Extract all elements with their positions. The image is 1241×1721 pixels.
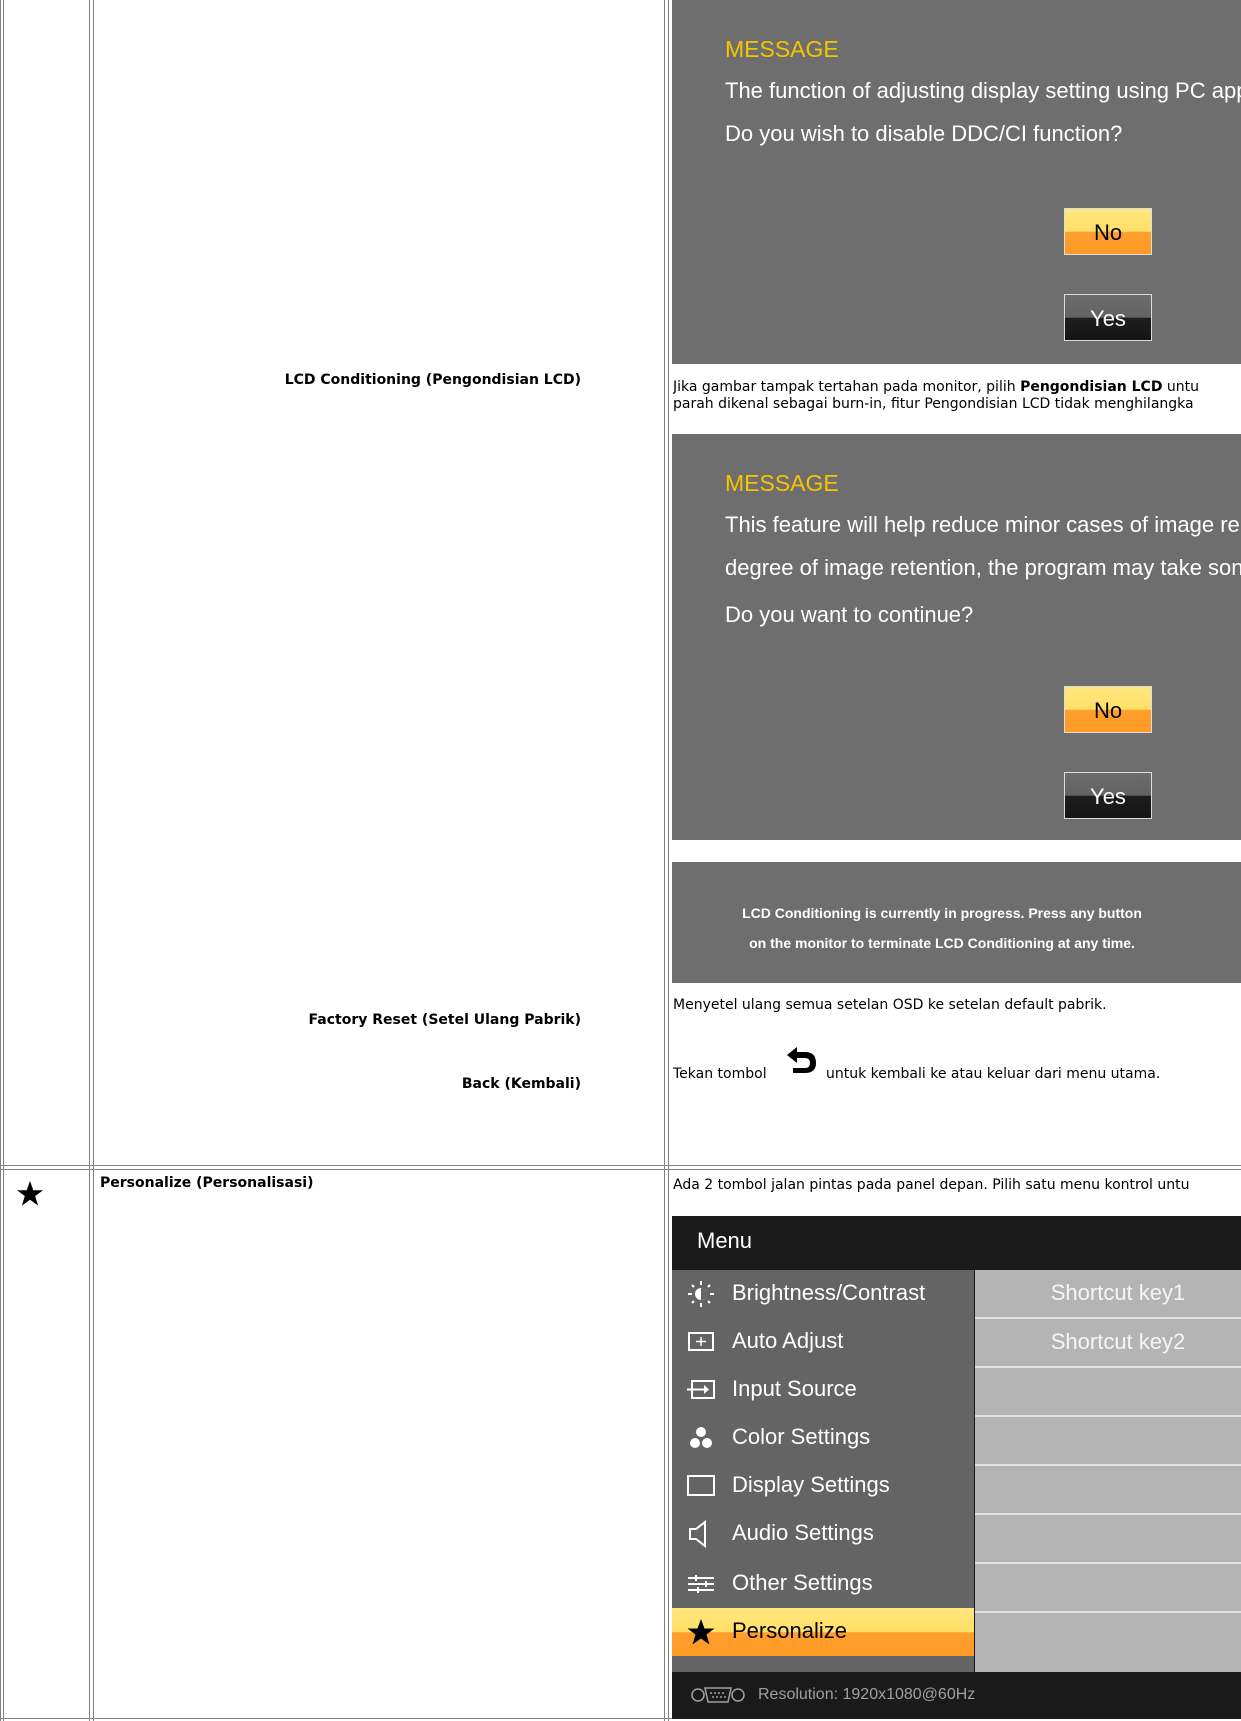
col1-border-a bbox=[89, 0, 90, 1721]
osd-menu-title: Menu bbox=[697, 1228, 753, 1253]
menu-item-label: Personalize bbox=[732, 1618, 847, 1643]
dialog-question: Do you want to continue? bbox=[725, 602, 974, 627]
progress-text-line2: on the monitor to terminate LCD Conditio… bbox=[749, 935, 1135, 951]
desc-bold: Pengondisian LCD bbox=[1020, 379, 1163, 395]
menu-item-label: Display Settings bbox=[732, 1472, 890, 1497]
brightness-icon bbox=[688, 1281, 714, 1307]
menu-item-input-source[interactable]: Input Source bbox=[672, 1366, 974, 1414]
no-button[interactable]: No bbox=[1064, 208, 1152, 255]
menu-item-display-settings[interactable]: Display Settings bbox=[672, 1462, 974, 1510]
menu-item-color-settings[interactable]: Color Settings bbox=[672, 1414, 974, 1462]
lcd-conditioning-description-line2: parah dikenal sebagai burn-in, fitur Pen… bbox=[673, 396, 1194, 412]
menu-item-other-settings[interactable]: Other Settings bbox=[672, 1560, 974, 1608]
col2-border-a bbox=[664, 0, 665, 1721]
table-border-left bbox=[0, 0, 1, 1721]
color-settings-icon bbox=[690, 1427, 712, 1448]
shortcut-label: Shortcut key1 bbox=[1050, 1280, 1186, 1305]
auto-adjust-icon bbox=[688, 1332, 714, 1351]
shortcut-key1-option[interactable]: Shortcut key1 bbox=[975, 1270, 1241, 1319]
menu-item-personalize[interactable]: Personalize bbox=[672, 1608, 974, 1656]
yes-button[interactable]: Yes bbox=[1064, 294, 1152, 341]
input-source-icon bbox=[687, 1380, 715, 1399]
menu-item-audio-settings[interactable]: Audio Settings bbox=[672, 1510, 974, 1558]
lcd-conditioning-progress-message: LCD Conditioning is currently in progres… bbox=[672, 862, 1241, 983]
resolution-text: Resolution: 1920x1080@60Hz bbox=[758, 1686, 976, 1703]
back-description: Tekan tombol untuk kembali ke atau kelua… bbox=[673, 1044, 1239, 1084]
display-settings-icon bbox=[687, 1475, 715, 1496]
osd-footer: Resolution: 1920x1080@60Hz bbox=[672, 1672, 1241, 1719]
personalize-description: Ada 2 tombol jalan pintas pada panel dep… bbox=[673, 1177, 1190, 1193]
back-desc-pre: Tekan tombol bbox=[673, 1066, 767, 1082]
desc-text: Jika gambar tampak tertahan pada monitor… bbox=[673, 379, 1021, 395]
lcd-conditioning-label: LCD Conditioning (Pengondisian LCD) bbox=[284, 372, 581, 388]
audio-settings-icon bbox=[689, 1520, 706, 1548]
menu-item-label: Other Settings bbox=[732, 1570, 873, 1595]
dialog-title: MESSAGE bbox=[725, 470, 839, 496]
table-border-left-inner bbox=[3, 0, 4, 1721]
empty-cell bbox=[975, 1368, 1241, 1417]
osd-menu: Menu Brightness/Contrast Auto Adjust Inp… bbox=[672, 1216, 1241, 1719]
vga-connector-icon bbox=[691, 1687, 745, 1703]
back-desc-post: untuk kembali ke atau keluar dari menu u… bbox=[826, 1066, 1161, 1082]
osd-shortcut-list: Shortcut key1 Shortcut key2 bbox=[975, 1270, 1241, 1672]
dialog-message-line: The function of adjusting display settin… bbox=[725, 78, 1241, 103]
row-divider-a bbox=[0, 1165, 1241, 1166]
menu-item-label: Input Source bbox=[732, 1376, 857, 1401]
menu-item-label: Brightness/Contrast bbox=[732, 1280, 926, 1305]
row-divider-b bbox=[0, 1169, 1241, 1170]
dialog-question: Do you wish to disable DDC/CI function? bbox=[725, 121, 1123, 146]
other-settings-icon bbox=[688, 1575, 714, 1593]
shortcut-label: Shortcut key2 bbox=[1050, 1329, 1186, 1354]
dialog-message-line-2: degree of image retention, the program m… bbox=[725, 555, 1241, 580]
osd-menu-list: Brightness/Contrast Auto Adjust Input So… bbox=[672, 1270, 974, 1672]
desc-text-end: untu bbox=[1162, 379, 1200, 395]
dialog-message-line: This feature will help reduce minor case… bbox=[725, 512, 1240, 537]
empty-cell bbox=[975, 1466, 1241, 1515]
factory-reset-description: Menyetel ulang semua setelan OSD ke sete… bbox=[673, 997, 1107, 1013]
star-icon bbox=[17, 1181, 43, 1206]
back-arrow-icon bbox=[787, 1047, 816, 1073]
factory-reset-label: Factory Reset (Setel Ulang Pabrik) bbox=[308, 1012, 581, 1028]
no-button[interactable]: No bbox=[1064, 686, 1152, 733]
ddc-ci-dialog: MESSAGE The function of adjusting displa… bbox=[672, 0, 1241, 364]
lcd-conditioning-dialog: MESSAGE This feature will help reduce mi… bbox=[672, 434, 1241, 840]
col2-border-b bbox=[668, 0, 669, 1721]
lcd-conditioning-description: Jika gambar tampak tertahan pada monitor… bbox=[673, 379, 1239, 395]
menu-item-label: Audio Settings bbox=[732, 1520, 874, 1545]
menu-item-label: Color Settings bbox=[732, 1424, 871, 1449]
yes-button[interactable]: Yes bbox=[1064, 772, 1152, 819]
dialog-title: MESSAGE bbox=[725, 36, 839, 62]
empty-cell bbox=[975, 1417, 1241, 1466]
menu-item-brightness-contrast[interactable]: Brightness/Contrast bbox=[672, 1270, 974, 1318]
back-label: Back (Kembali) bbox=[461, 1076, 581, 1092]
empty-cell bbox=[975, 1515, 1241, 1564]
personalize-label: Personalize (Personalisasi) bbox=[100, 1175, 314, 1191]
star-icon bbox=[687, 1619, 715, 1645]
menu-item-auto-adjust[interactable]: Auto Adjust bbox=[672, 1318, 974, 1366]
menu-item-label: Auto Adjust bbox=[732, 1328, 844, 1353]
shortcut-key2-option[interactable]: Shortcut key2 bbox=[975, 1319, 1241, 1368]
empty-cell bbox=[975, 1564, 1241, 1613]
col1-border-b bbox=[93, 0, 94, 1721]
progress-text-line1: LCD Conditioning is currently in progres… bbox=[742, 905, 1142, 921]
